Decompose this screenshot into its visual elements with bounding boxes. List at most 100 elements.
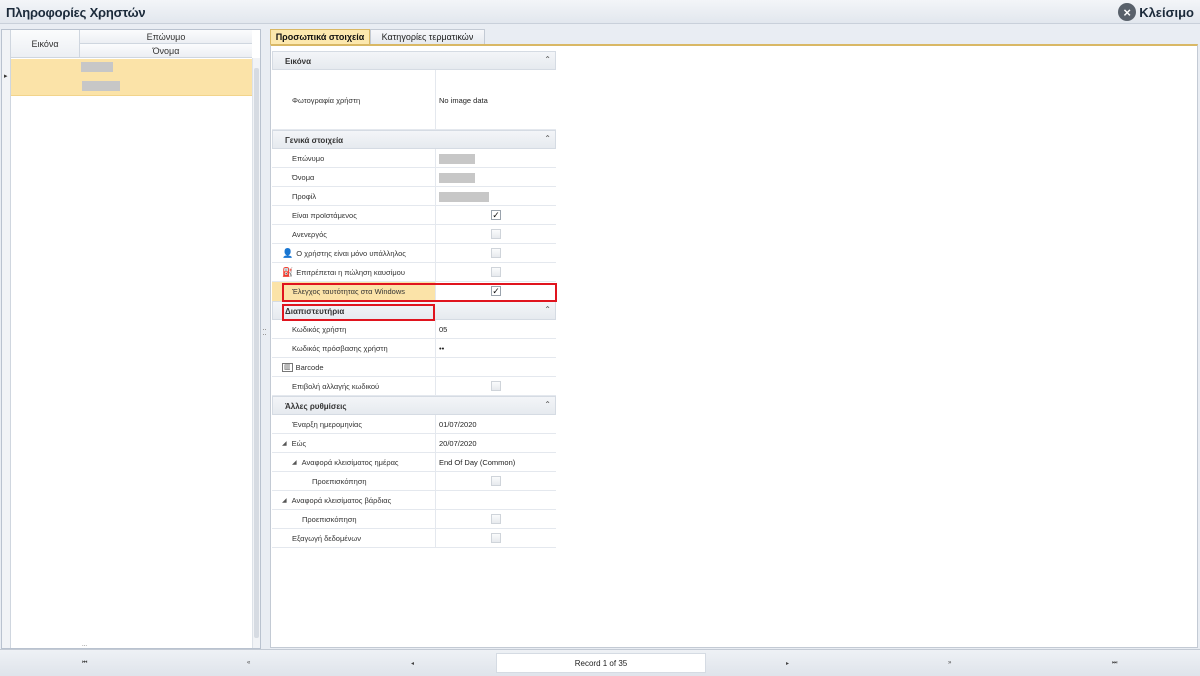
collapse-icon[interactable]: ⌃ xyxy=(544,134,551,143)
selected-row[interactable] xyxy=(11,59,252,96)
label-barcode-text: Barcode xyxy=(295,363,324,372)
scrollbar-thumb[interactable] xyxy=(254,68,259,638)
row-fuel-sale[interactable]: ⛽ Επιτρέπεται η πώληση καυσίμου xyxy=(272,263,556,282)
record-counter: Record 1 of 35 xyxy=(496,653,706,673)
checkbox-preview-shift[interactable] xyxy=(491,514,501,524)
value-surname[interactable] xyxy=(437,149,556,168)
close-button[interactable]: × Κλείσιμο xyxy=(1118,2,1194,22)
last-record-icon[interactable]: ⏭ xyxy=(1112,660,1117,667)
value-shift-close-report[interactable] xyxy=(437,491,556,510)
previous-record-icon[interactable]: ◂ xyxy=(411,660,414,667)
checkbox-windows-auth[interactable]: ✓ xyxy=(491,286,501,296)
section-credentials[interactable]: Διαπιστευτήρια ⌃ xyxy=(272,301,556,320)
label-shift-close-report-text: Αναφορά κλεισίματος βάρδιας xyxy=(291,496,392,505)
row-employee-only[interactable]: 👤 Ο χρήστης είναι μόνο υπάλληλος xyxy=(272,244,556,263)
column-header-surname[interactable]: Επώνυμο xyxy=(80,30,252,44)
value-profile[interactable] xyxy=(437,187,556,206)
row-name[interactable]: Όνομα xyxy=(272,168,556,187)
grid-scrollbar[interactable] xyxy=(252,58,260,648)
value-user-photo[interactable]: No image data xyxy=(437,70,556,130)
label-user-photo: Φωτογραφία χρήστη xyxy=(272,70,436,130)
checkbox-is-manager[interactable]: ✓ xyxy=(491,210,501,220)
checkbox-preview-day[interactable] xyxy=(491,476,501,486)
label-windows-auth: Έλεγχος ταυτότητας στα Windows xyxy=(272,282,436,301)
row-user-code[interactable]: Κωδικός χρήστη 05 xyxy=(272,320,556,339)
value-name[interactable] xyxy=(437,168,556,187)
users-grid[interactable]: Εικόνα Επώνυμο Όνομα ▸ ... xyxy=(1,29,261,649)
checkbox-force-password-change[interactable] xyxy=(491,381,501,391)
row-export-data[interactable]: Εξαγωγή δεδομένων xyxy=(272,529,556,548)
row-inactive[interactable]: Ανενεργός xyxy=(272,225,556,244)
section-general[interactable]: Γενικά στοιχεία ⌃ xyxy=(272,130,556,149)
row-day-close-report[interactable]: ◢ Αναφορά κλεισίματος ημέρας End Of Day … xyxy=(272,453,556,472)
first-record-icon[interactable]: ⏮ xyxy=(82,660,87,667)
column-header-image[interactable]: Εικόνα xyxy=(11,30,80,58)
expand-triangle-icon[interactable]: ◢ xyxy=(282,497,287,504)
label-day-close-report-text: Αναφορά κλεισίματος ημέρας xyxy=(301,458,399,467)
label-day-close-report: ◢ Αναφορά κλεισίματος ημέρας xyxy=(272,453,436,472)
checkbox-employee-only[interactable] xyxy=(491,248,501,258)
redacted-value xyxy=(439,153,475,164)
checkbox-inactive[interactable] xyxy=(491,229,501,239)
tab-terminal-categories[interactable]: Κατηγορίες τερματικών xyxy=(370,29,485,44)
row-windows-auth[interactable]: Έλεγχος ταυτότητας στα Windows ✓ xyxy=(272,282,556,301)
section-credentials-title: Διαπιστευτήρια xyxy=(285,307,345,316)
redacted-value xyxy=(439,172,475,183)
row-barcode[interactable]: ▥ Barcode xyxy=(272,358,556,377)
close-label[interactable]: Κλείσιμο xyxy=(1139,5,1194,20)
row-password[interactable]: Κωδικός πρόσβασης χρήστη •• xyxy=(272,339,556,358)
label-shift-close-report: ◢ Αναφορά κλεισίματος βάρδιας xyxy=(272,491,436,510)
value-day-close-report[interactable]: End Of Day (Common) xyxy=(437,453,556,472)
value-barcode[interactable] xyxy=(437,358,556,377)
label-force-password-change: Επιβολή αλλαγής κωδικού xyxy=(272,377,436,396)
row-shift-close-report[interactable]: ◢ Αναφορά κλεισίματος βάρδιας xyxy=(272,491,556,510)
row-surname[interactable]: Επώνυμο xyxy=(272,149,556,168)
redacted-surname xyxy=(81,62,113,72)
collapse-icon[interactable]: ⌃ xyxy=(544,400,551,409)
section-other-settings[interactable]: Άλλες ρυθμίσεις ⌃ xyxy=(272,396,556,415)
fuel-pump-icon: ⛽ xyxy=(282,267,294,277)
label-preview-day: Προεπισκόπηση xyxy=(272,472,436,491)
row-indicator-arrow-icon: ▸ xyxy=(4,73,8,80)
redacted-name xyxy=(82,81,120,91)
window-title: Πληροφορίες Χρηστών xyxy=(6,5,146,20)
previous-page-icon[interactable]: « xyxy=(247,660,250,666)
splitter-handle[interactable] xyxy=(262,29,268,649)
value-user-code[interactable]: 05 xyxy=(437,320,556,339)
collapse-icon[interactable]: ⌃ xyxy=(544,55,551,64)
checkbox-export-data[interactable] xyxy=(491,533,501,543)
value-until[interactable]: 20/07/2020 xyxy=(437,434,556,453)
close-icon[interactable]: × xyxy=(1118,3,1137,21)
value-start-date[interactable]: 01/07/2020 xyxy=(437,415,556,434)
value-password[interactable]: •• xyxy=(437,339,556,358)
truncated-row-text: ... xyxy=(82,642,88,648)
collapse-icon[interactable]: ⌃ xyxy=(544,305,551,314)
label-inactive: Ανενεργός xyxy=(272,225,436,244)
column-header-name[interactable]: Όνομα xyxy=(80,44,252,58)
row-until[interactable]: ◢ Εώς 20/07/2020 xyxy=(272,434,556,453)
row-is-manager[interactable]: Είναι προϊστάμενος ✓ xyxy=(272,206,556,225)
row-start-date[interactable]: Έναρξη ημερομηνίας 01/07/2020 xyxy=(272,415,556,434)
tab-personal-info[interactable]: Προσωπικά στοιχεία xyxy=(270,29,370,44)
label-password: Κωδικός πρόσβασης χρήστη xyxy=(272,339,436,358)
row-preview-day[interactable]: Προεπισκόπηση xyxy=(272,472,556,491)
row-user-photo[interactable]: Φωτογραφία χρήστη No image data xyxy=(272,70,556,130)
section-general-title: Γενικά στοιχεία xyxy=(285,136,344,145)
next-page-icon[interactable]: » xyxy=(948,660,951,666)
row-preview-shift[interactable]: Προεπισκόπηση xyxy=(272,510,556,529)
expand-triangle-icon[interactable]: ◢ xyxy=(282,440,287,447)
record-navigator: ⏮ « ◂ Record 1 of 35 ▸ » ⏭ xyxy=(0,649,1200,676)
expand-triangle-icon[interactable]: ◢ xyxy=(292,459,297,466)
row-profile[interactable]: Προφίλ xyxy=(272,187,556,206)
section-image[interactable]: Εικόνα ⌃ xyxy=(272,51,556,70)
redacted-value xyxy=(439,191,489,202)
label-user-code: Κωδικός χρήστη xyxy=(272,320,436,339)
label-barcode: ▥ Barcode xyxy=(272,358,436,377)
next-record-icon[interactable]: ▸ xyxy=(786,660,789,667)
label-fuel-sale-text: Επιτρέπεται η πώληση καυσίμου xyxy=(296,268,405,277)
row-force-password-change[interactable]: Επιβολή αλλαγής κωδικού xyxy=(272,377,556,396)
label-export-data: Εξαγωγή δεδομένων xyxy=(272,529,436,548)
label-until-text: Εώς xyxy=(291,439,307,448)
section-image-title: Εικόνα xyxy=(285,57,312,66)
checkbox-fuel-sale[interactable] xyxy=(491,267,501,277)
